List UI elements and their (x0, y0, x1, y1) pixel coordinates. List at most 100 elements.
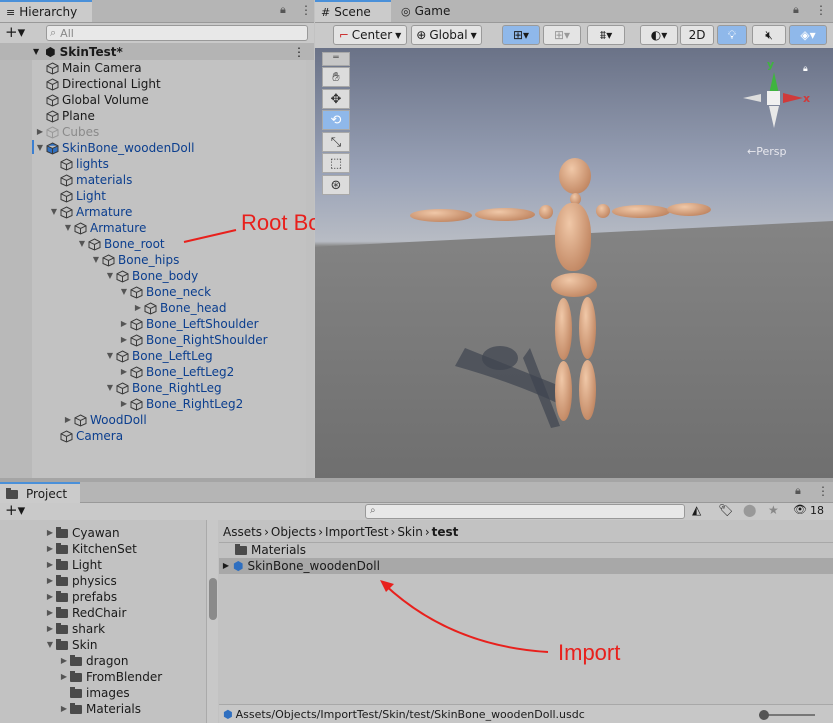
project-search-input[interactable]: ⌕ (365, 504, 685, 519)
hierarchy-search-input[interactable]: ⌕ All (46, 25, 308, 41)
chevron-right-icon[interactable]: ▶ (118, 396, 130, 412)
hierarchy-item[interactable]: Global Volume (34, 92, 149, 108)
hierarchy-item[interactable]: ▼ SkinBone_woodenDoll (34, 140, 195, 156)
effects-dropdown[interactable]: ◈▾ (789, 25, 827, 45)
tool-palette-handle[interactable]: ═ (322, 52, 350, 66)
tab-scene[interactable]: # Scene (315, 0, 391, 22)
hidden-packages-icon[interactable]: 👁︎ (793, 503, 807, 516)
orientation-gizmo[interactable]: y x 🔒︎ (739, 58, 810, 138)
hierarchy-item[interactable]: materials (48, 172, 132, 188)
hierarchy-item[interactable]: ▶ Bone_RightShoulder (118, 332, 268, 348)
breadcrumb-item[interactable]: ImportTest (325, 525, 388, 539)
gizmo-z-cone[interactable] (769, 106, 779, 128)
scene-menu-icon[interactable]: ⋮ (293, 45, 305, 59)
breadcrumb-item[interactable]: Skin (397, 525, 423, 539)
hierarchy-item[interactable]: Light (48, 188, 106, 204)
hierarchy-item[interactable]: ▼ Bone_hips (90, 252, 179, 268)
icon-size-slider[interactable] (759, 710, 815, 720)
chevron-right-icon[interactable]: ▶ (44, 541, 56, 557)
hierarchy-item[interactable]: ▶ WoodDoll (62, 412, 147, 428)
chevron-right-icon[interactable]: ▶ (34, 124, 46, 140)
hierarchy-item[interactable]: Camera (48, 428, 123, 444)
folder-tree-item[interactable]: ▶ KitchenSet (44, 541, 137, 557)
chevron-right-icon[interactable]: ▶ (62, 412, 74, 428)
chevron-down-icon[interactable]: ▼ (48, 204, 60, 220)
hierarchy-item[interactable]: Main Camera (34, 60, 142, 76)
favorite-star-icon[interactable]: ★ (768, 503, 779, 517)
chevron-right-icon[interactable]: ▶ (219, 558, 233, 574)
chevron-down-icon[interactable]: ▼ (44, 637, 56, 653)
chevron-right-icon[interactable]: ▶ (58, 653, 70, 669)
chevron-down-icon[interactable]: ▼ (76, 236, 88, 252)
add-button[interactable]: +▾ (5, 23, 25, 41)
lock-icon[interactable]: 🔒︎ (280, 3, 286, 17)
chevron-down-icon[interactable]: ▼ (104, 268, 116, 284)
chevron-down-icon[interactable]: ▼ (104, 348, 116, 364)
gizmo-neg-x-cone[interactable] (743, 94, 761, 102)
folder-tree-item[interactable]: ▶ prefabs (44, 589, 117, 605)
hierarchy-item[interactable]: ▶ Bone_RightLeg2 (118, 396, 243, 412)
gizmo-center-cube[interactable] (767, 91, 780, 105)
persp-label[interactable]: ←Persp (747, 145, 786, 158)
space-dropdown[interactable]: ⊕ Global ▼ (411, 25, 482, 45)
folder-tree-item[interactable]: images (58, 685, 130, 701)
scrollbar-thumb[interactable] (209, 578, 217, 620)
gizmo-x-cone[interactable] (783, 93, 803, 103)
slider-handle[interactable] (759, 710, 769, 720)
chevron-right-icon[interactable]: ▶ (44, 605, 56, 621)
gizmo-lock-icon[interactable]: 🔒︎ (803, 64, 808, 74)
folder-tree-item[interactable]: ▶ Materials (58, 701, 141, 717)
2d-toggle[interactable]: 2D (680, 25, 714, 45)
hand-tool[interactable]: ✋︎ (322, 67, 350, 87)
label-tag-icon[interactable]: 🏷︎ (718, 503, 733, 517)
audio-toggle[interactable]: 🔇︎ (752, 25, 786, 45)
transform-tool[interactable]: ⊛ (322, 175, 350, 195)
lock-icon[interactable]: 🔒︎ (795, 484, 801, 498)
folder-tree-item[interactable]: ▶ dragon (58, 653, 129, 669)
breadcrumb-item[interactable]: test (432, 525, 459, 539)
increment-snap-toggle[interactable]: ⊞▾ (543, 25, 581, 45)
hierarchy-item[interactable]: ▶ Cubes (34, 124, 99, 140)
folder-tree-item[interactable]: ▼ Skin (44, 637, 98, 653)
chevron-right-icon[interactable]: ▶ (118, 332, 130, 348)
pivot-dropdown[interactable]: ⌐ Center ▼ (333, 25, 407, 45)
chevron-right-icon[interactable]: ▶ (118, 364, 130, 380)
folder-tree-scrollbar[interactable] (206, 520, 218, 723)
chevron-down-icon[interactable]: ▼ (118, 284, 130, 300)
lock-icon[interactable]: 🔒︎ (793, 3, 799, 17)
hierarchy-item[interactable]: ▼ Armature (48, 204, 132, 220)
chevron-right-icon[interactable]: ▶ (58, 701, 70, 717)
folder-tree-item[interactable]: ▶ physics (44, 573, 117, 589)
kebab-menu-icon[interactable]: ⋮ (815, 3, 827, 17)
scale-tool[interactable]: ⤡ (322, 132, 350, 152)
chevron-right-icon[interactable]: ▶ (118, 316, 130, 332)
ruler-toggle[interactable]: ⩩▾ (587, 25, 625, 45)
hierarchy-item[interactable]: ▼ Bone_neck (118, 284, 211, 300)
hierarchy-item[interactable]: ▼ Armature (62, 220, 146, 236)
rotate-tool[interactable]: ⟲ (322, 110, 350, 130)
chevron-down-icon[interactable]: ▼ (104, 380, 116, 396)
folder-tree-item[interactable]: ▶ RedChair (44, 605, 126, 621)
shading-dropdown[interactable]: ◐▾ (640, 25, 678, 45)
kebab-menu-icon[interactable]: ⋮ (817, 484, 829, 498)
move-tool[interactable]: ✥ (322, 89, 350, 109)
lighting-toggle[interactable]: 💡︎ (717, 25, 747, 45)
folder-tree-item[interactable]: ▶ FromBlender (58, 669, 162, 685)
kebab-menu-icon[interactable]: ⋮ (300, 3, 312, 17)
hierarchy-item[interactable]: ▶ Bone_LeftShoulder (118, 316, 259, 332)
rect-tool[interactable]: ⬚ (322, 153, 350, 173)
tab-hierarchy[interactable]: ≡ Hierarchy (0, 0, 92, 22)
breadcrumb-item[interactable]: Objects (271, 525, 316, 539)
chevron-down-icon[interactable]: ▼ (33, 47, 39, 56)
chevron-right-icon[interactable]: ▶ (58, 669, 70, 685)
hierarchy-item[interactable]: Directional Light (34, 76, 161, 92)
breadcrumb-item[interactable]: Assets (223, 525, 262, 539)
hierarchy-item[interactable]: ▼ Bone_RightLeg (104, 380, 222, 396)
folder-tree-item[interactable]: ▶ Cyawan (44, 525, 120, 541)
search-by-type-icon[interactable]: ◭ (692, 503, 701, 517)
import-log-icon[interactable]: ⬤ (743, 503, 756, 517)
tab-game[interactable]: ◎ Game (395, 0, 465, 22)
hierarchy-item[interactable]: ▼ Bone_LeftLeg (104, 348, 213, 364)
chevron-down-icon[interactable]: ▼ (62, 220, 74, 236)
asset-materials[interactable]: Materials (235, 542, 306, 558)
